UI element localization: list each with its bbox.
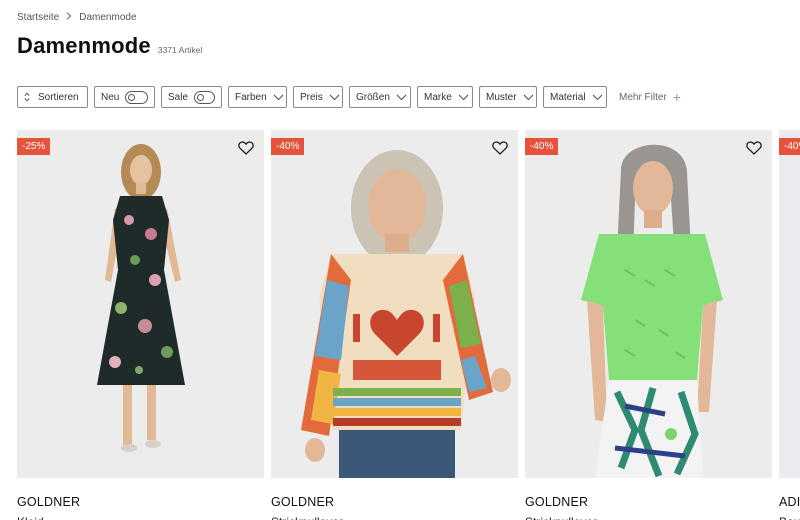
heart-icon[interactable] xyxy=(492,141,508,160)
article-count: 3371 Artikel xyxy=(157,45,203,55)
product-brand: GOLDNER xyxy=(271,495,335,509)
filter-material-label: Material xyxy=(550,91,586,103)
filter-sale[interactable]: Sale xyxy=(161,86,222,108)
heart-icon[interactable] xyxy=(746,141,762,160)
chevron-down-icon xyxy=(592,94,603,101)
product-type: Kleid xyxy=(17,515,264,520)
more-filters-label: Mehr Filter xyxy=(619,91,667,103)
product-image[interactable]: -25% xyxy=(17,130,264,478)
filter-preis[interactable]: Preis xyxy=(293,86,343,108)
sort-label: Sortieren xyxy=(38,91,79,103)
chevron-down-icon xyxy=(396,94,407,101)
product-card[interactable]: -40% GOLDNER Strickpullover xyxy=(271,130,518,520)
model-figure xyxy=(581,144,723,478)
product-card[interactable]: -40% ADI Bau xyxy=(779,130,800,520)
heart-icon[interactable] xyxy=(238,141,254,160)
discount-badge: -40% xyxy=(779,138,800,155)
filter-marke-label: Marke xyxy=(424,91,452,103)
discount-badge: -25% xyxy=(17,138,51,155)
chevron-down-icon xyxy=(523,94,534,101)
filter-material[interactable]: Material xyxy=(543,86,607,108)
discount-badge: -40% xyxy=(525,138,559,155)
filter-farben[interactable]: Farben xyxy=(228,86,287,108)
breadcrumb-current: Damenmode xyxy=(79,12,137,23)
chevron-down-icon xyxy=(273,94,284,101)
filter-farben-label: Farben xyxy=(235,91,267,103)
breadcrumb-home[interactable]: Startseite xyxy=(17,12,59,23)
chevron-down-icon xyxy=(329,94,340,101)
sort-button[interactable]: Sortieren xyxy=(17,86,88,108)
chevron-right-icon xyxy=(66,12,72,23)
sort-icon xyxy=(24,92,30,102)
filter-sale-label: Sale xyxy=(168,91,189,103)
sale-toggle[interactable] xyxy=(194,90,215,104)
chevron-down-icon xyxy=(458,94,469,101)
product-card[interactable]: -25% GOLDNER Kleid xyxy=(17,130,264,520)
filter-neu[interactable]: Neu xyxy=(94,86,155,108)
breadcrumb: Startseite Damenmode xyxy=(17,12,137,23)
filter-muster[interactable]: Muster xyxy=(479,86,537,108)
model-figure xyxy=(97,144,185,452)
plus-icon: + xyxy=(672,89,681,105)
product-type: Bau xyxy=(779,515,800,520)
filter-marke[interactable]: Marke xyxy=(417,86,473,108)
product-image[interactable]: -40% xyxy=(525,130,772,478)
product-image[interactable]: -40% xyxy=(779,130,800,478)
product-type: Strickpullover xyxy=(525,515,772,520)
product-brand: GOLDNER xyxy=(525,495,589,509)
discount-badge: -40% xyxy=(271,138,305,155)
model-figure xyxy=(301,150,511,478)
neu-toggle[interactable] xyxy=(125,90,148,104)
page-header: Damenmode 3371 Artikel xyxy=(17,33,202,59)
filter-bar: Sortieren Neu Sale Farben Preis Größen M… xyxy=(17,86,681,108)
product-brand: ADI xyxy=(779,495,800,509)
page-title: Damenmode xyxy=(17,33,151,58)
filter-groessen[interactable]: Größen xyxy=(349,86,411,108)
filter-muster-label: Muster xyxy=(486,91,517,103)
product-card[interactable]: -40% GOLDNER Strickpullover xyxy=(525,130,772,520)
product-brand: GOLDNER xyxy=(17,495,81,509)
filter-neu-label: Neu xyxy=(101,91,120,103)
filter-preis-label: Preis xyxy=(300,91,323,103)
more-filters-button[interactable]: Mehr Filter + xyxy=(619,90,681,104)
product-image[interactable]: -40% xyxy=(271,130,518,478)
filter-groessen-label: Größen xyxy=(356,91,390,103)
product-type: Strickpullover xyxy=(271,515,518,520)
